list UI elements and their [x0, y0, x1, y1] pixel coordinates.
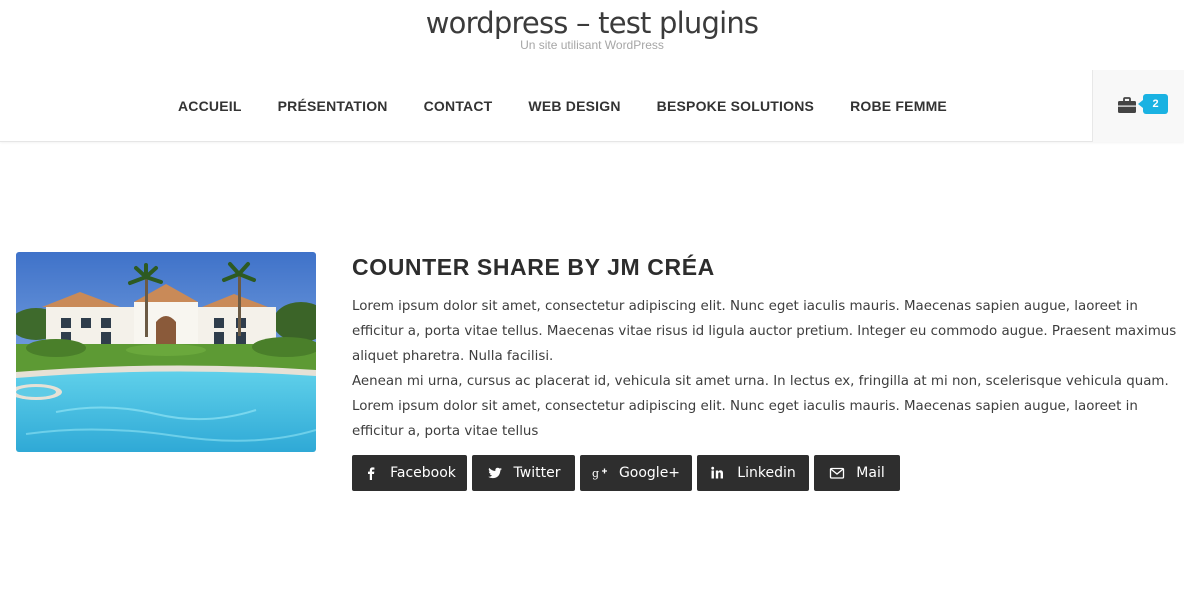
- facebook-icon: [363, 466, 379, 480]
- twitter-icon: [487, 466, 503, 480]
- cart-count-badge: 2: [1138, 94, 1168, 114]
- nav-item-accueil[interactable]: Accueil: [160, 98, 260, 114]
- site-header: wordpress – test plugins Un site utilisa…: [0, 0, 1184, 142]
- nav-item-contact[interactable]: Contact: [406, 98, 511, 114]
- google-plus-icon: g: [592, 466, 608, 480]
- nav-item-presentation[interactable]: Présentation: [260, 98, 406, 114]
- share-buttons: Facebook Twitter g Google+ Linkedin Mail: [352, 455, 900, 491]
- facebook-share-button[interactable]: Facebook: [352, 455, 467, 491]
- twitter-share-label: Twitter: [513, 465, 561, 481]
- nav-item-bespoke-solutions[interactable]: Bespoke solutions: [639, 98, 832, 114]
- mail-share-button[interactable]: Mail: [814, 455, 900, 491]
- mail-icon: [829, 466, 845, 480]
- google-plus-share-label: Google+: [618, 465, 681, 481]
- main-nav: Accueil Présentation Contact Web design …: [160, 70, 965, 142]
- twitter-share-button[interactable]: Twitter: [472, 455, 575, 491]
- svg-text:g: g: [592, 467, 599, 480]
- facebook-share-label: Facebook: [390, 465, 456, 481]
- cart-button[interactable]: 2: [1092, 70, 1184, 142]
- post-paragraph: Aenean mi urna, cursus ac placerat id, v…: [352, 374, 1169, 439]
- post-title[interactable]: Counter Share by JM Créa: [352, 254, 715, 281]
- linkedin-share-button[interactable]: Linkedin: [697, 455, 809, 491]
- linkedin-icon: [710, 466, 726, 480]
- mail-share-label: Mail: [856, 465, 885, 481]
- nav-item-robe-femme[interactable]: Robe femme: [832, 98, 965, 114]
- site-tagline: Un site utilisant WordPress: [520, 38, 664, 52]
- shopping-bag-icon: [1117, 97, 1137, 114]
- nav-item-web-design[interactable]: Web design: [510, 98, 638, 114]
- google-plus-share-button[interactable]: g Google+: [580, 455, 692, 491]
- post-content: Lorem ipsum dolor sit amet, consectetur …: [352, 294, 1184, 444]
- villa-pool-image: [16, 252, 316, 452]
- site-title[interactable]: wordpress – test plugins: [0, 6, 1184, 40]
- linkedin-share-label: Linkedin: [737, 465, 796, 481]
- post-thumbnail[interactable]: [16, 252, 316, 452]
- post-paragraph: Lorem ipsum dolor sit amet, consectetur …: [352, 299, 1177, 364]
